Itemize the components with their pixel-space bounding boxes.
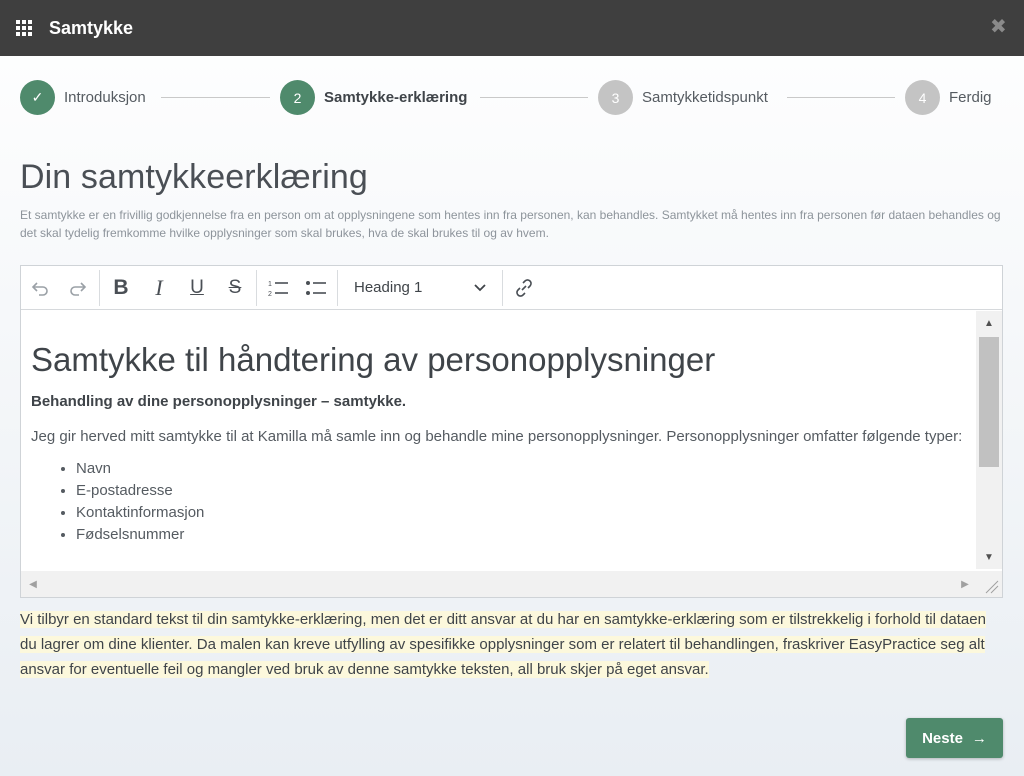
strikethrough-button[interactable]: S: [216, 266, 254, 310]
list-item: Navn: [76, 458, 967, 480]
svg-text:2: 2: [268, 291, 272, 297]
step-number: 2: [280, 80, 315, 115]
strikethrough-icon: S: [228, 276, 242, 298]
heading-select-value: Heading 1: [354, 279, 423, 296]
step-connector: [787, 97, 895, 98]
apps-grid-icon[interactable]: [16, 20, 32, 36]
toolbar-divider: [337, 269, 338, 306]
underline-button[interactable]: U: [178, 266, 216, 310]
step-label: Samtykketidspunkt: [642, 89, 768, 106]
italic-icon: I: [155, 274, 163, 300]
step-introduksjon[interactable]: ✓ Introduksjon: [20, 80, 146, 115]
wizard-stepper: ✓ Introduksjon 2 Samtykke-erklæring 3 Sa…: [20, 80, 1000, 115]
toolbar-divider: [99, 269, 100, 306]
document-paragraph: Jeg gir herved mitt samtykke til at Kami…: [31, 428, 963, 445]
step-label: Ferdig: [949, 89, 992, 106]
document-heading: Samtykke til håndtering av personopplysn…: [31, 341, 716, 378]
app-header: Samtykke ✖: [0, 0, 1024, 56]
page-title: Din samtykkeerklæring: [20, 158, 368, 196]
svg-text:1: 1: [268, 281, 272, 288]
ordered-list-button[interactable]: 12: [259, 266, 297, 310]
chevron-down-icon: [474, 283, 486, 291]
bold-button[interactable]: B: [102, 266, 140, 310]
document-list: Navn E-postadresse Kontaktinformasjon Fø…: [31, 458, 967, 546]
next-button[interactable]: Neste →: [906, 718, 1003, 758]
dialog-title: Samtykke: [49, 17, 134, 38]
step-label: Samtykke-erklæring: [324, 89, 468, 106]
scrollbar-thumb[interactable]: [979, 337, 999, 467]
step-samtykketidspunkt[interactable]: 3 Samtykketidspunkt: [598, 80, 768, 115]
bullet-list-icon: [306, 280, 326, 295]
list-item: Kontaktinformasjon: [76, 502, 967, 524]
scroll-down-arrow-icon[interactable]: ▼: [976, 545, 1002, 569]
step-connector: [161, 97, 270, 98]
bold-icon: B: [113, 275, 129, 299]
editor-content[interactable]: Samtykke til håndtering av personopplysn…: [21, 311, 977, 569]
horizontal-scrollbar[interactable]: ◀ ▶: [21, 571, 977, 597]
disclaimer-notice: Vi tilbyr en standard tekst til din samt…: [20, 607, 1005, 682]
list-item: E-postadresse: [76, 480, 967, 502]
italic-button[interactable]: I: [140, 266, 178, 310]
list-item: Fødselsnummer: [76, 524, 967, 546]
scroll-up-arrow-icon[interactable]: ▲: [976, 311, 1002, 335]
step-connector: [480, 97, 588, 98]
disclaimer-text: Vi tilbyr en standard tekst til din samt…: [20, 611, 986, 678]
redo-button[interactable]: [59, 266, 97, 310]
scroll-right-arrow-icon[interactable]: ▶: [953, 571, 977, 597]
undo-icon: [31, 281, 48, 296]
arrow-right-icon: →: [971, 729, 987, 747]
check-icon: ✓: [20, 80, 55, 115]
link-icon: [516, 278, 532, 297]
ordered-list-icon: 12: [268, 281, 288, 297]
step-ferdig[interactable]: 4 Ferdig: [905, 80, 992, 115]
scroll-left-arrow-icon[interactable]: ◀: [21, 571, 45, 597]
close-icon[interactable]: ✖: [990, 17, 1007, 37]
document-subheading: Behandling av dine personopplysninger – …: [31, 393, 407, 410]
link-button[interactable]: [505, 266, 543, 310]
step-label: Introduksjon: [64, 89, 146, 106]
underline-icon: U: [190, 276, 204, 298]
toolbar-divider: [502, 269, 503, 306]
rich-text-editor: B I U S 12 Heading 1 Samtykke til håndte…: [20, 265, 1003, 598]
step-samtykke-erklaering[interactable]: 2 Samtykke-erklæring: [280, 80, 467, 115]
resize-handle-icon[interactable]: [976, 571, 1002, 597]
bullet-list-button[interactable]: [297, 266, 335, 310]
heading-select[interactable]: Heading 1: [340, 266, 500, 310]
vertical-scrollbar[interactable]: ▲ ▼: [976, 311, 1002, 569]
next-button-label: Neste: [922, 729, 963, 747]
page-description: Et samtykke er en frivillig godkjennelse…: [20, 208, 1001, 240]
toolbar-divider: [256, 269, 257, 306]
step-number: 4: [905, 80, 940, 115]
undo-button[interactable]: [21, 266, 59, 310]
step-number: 3: [598, 80, 633, 115]
editor-toolbar: B I U S 12 Heading 1: [21, 266, 1002, 310]
redo-icon: [70, 281, 87, 296]
